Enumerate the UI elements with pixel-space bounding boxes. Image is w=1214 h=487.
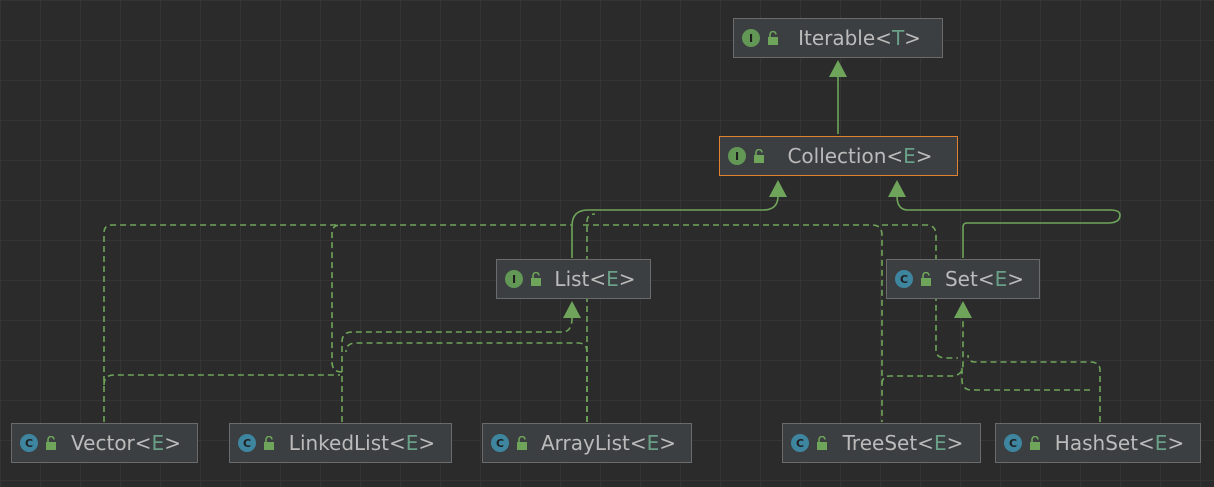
arrowhead-iterable (829, 60, 847, 77)
lock-open-icon (517, 436, 527, 450)
edge-list-to-collection (571, 195, 779, 258)
edge-set-to-collection (896, 195, 1121, 258)
node-hashset[interactable]: C HashSet<E> (995, 423, 1201, 463)
node-collection[interactable]: I Collection<E> (719, 136, 958, 176)
class-badge-icon: C (238, 434, 256, 452)
diagram-edges (103, 60, 1121, 422)
lock-open-icon (754, 149, 764, 163)
node-set[interactable]: C Set<E> (886, 259, 1040, 299)
edge-hashset-to-set (967, 354, 1101, 422)
class-name: ArrayList<E> (541, 431, 676, 455)
edge-hashset-to-set-2 (961, 366, 1090, 391)
lock-open-icon (264, 436, 274, 450)
node-arraylist[interactable]: C ArrayList<E> (482, 423, 692, 463)
arrowhead-set (954, 301, 972, 318)
lock-open-icon (817, 436, 827, 450)
lock-open-icon (768, 31, 778, 45)
edge-arraylist-to-collection (586, 213, 596, 422)
class-name: TreeSet<E> (842, 431, 964, 455)
class-badge-icon: C (895, 270, 913, 288)
lock-open-icon (46, 436, 56, 450)
interface-badge-icon: I (505, 270, 523, 288)
lock-open-icon (921, 272, 931, 286)
class-badge-icon: C (791, 434, 809, 452)
node-iterable[interactable]: I Iterable<T> (733, 18, 943, 58)
edge-arraylist-to-list (345, 342, 588, 422)
class-name: Set<E> (944, 267, 1024, 291)
edge-linkedlist-to-collection (331, 224, 343, 373)
class-name: List<E> (554, 267, 636, 291)
class-badge-icon: C (491, 434, 509, 452)
interface-badge-icon: I (728, 147, 746, 165)
arrowhead-collection-left (769, 180, 787, 197)
class-name: HashSet<E> (1054, 431, 1185, 455)
edge-vector-to-list (103, 374, 340, 386)
class-name: Collection<E> (787, 144, 933, 168)
class-name: Vector<E> (71, 431, 181, 455)
edge-treeset-to-set (881, 318, 964, 385)
node-list[interactable]: I List<E> (496, 259, 651, 299)
node-linkedlist[interactable]: C LinkedList<E> (229, 423, 452, 463)
edge-vector-to-collection (103, 224, 572, 422)
class-name: Iterable<T> (798, 26, 921, 50)
edge-linkedlist-to-list (341, 317, 573, 422)
class-name: LinkedList<E> (288, 431, 436, 455)
arrowhead-list (563, 301, 581, 318)
edge-treeset-to-collection (583, 224, 883, 422)
lock-open-icon (1030, 436, 1040, 450)
node-vector[interactable]: C Vector<E> (11, 423, 198, 463)
node-treeset[interactable]: C TreeSet<E> (782, 423, 981, 463)
interface-badge-icon: I (742, 29, 760, 47)
lock-open-icon (531, 272, 541, 286)
arrowhead-collection-right (888, 180, 906, 197)
class-badge-icon: C (1004, 434, 1022, 452)
class-badge-icon: C (20, 434, 38, 452)
